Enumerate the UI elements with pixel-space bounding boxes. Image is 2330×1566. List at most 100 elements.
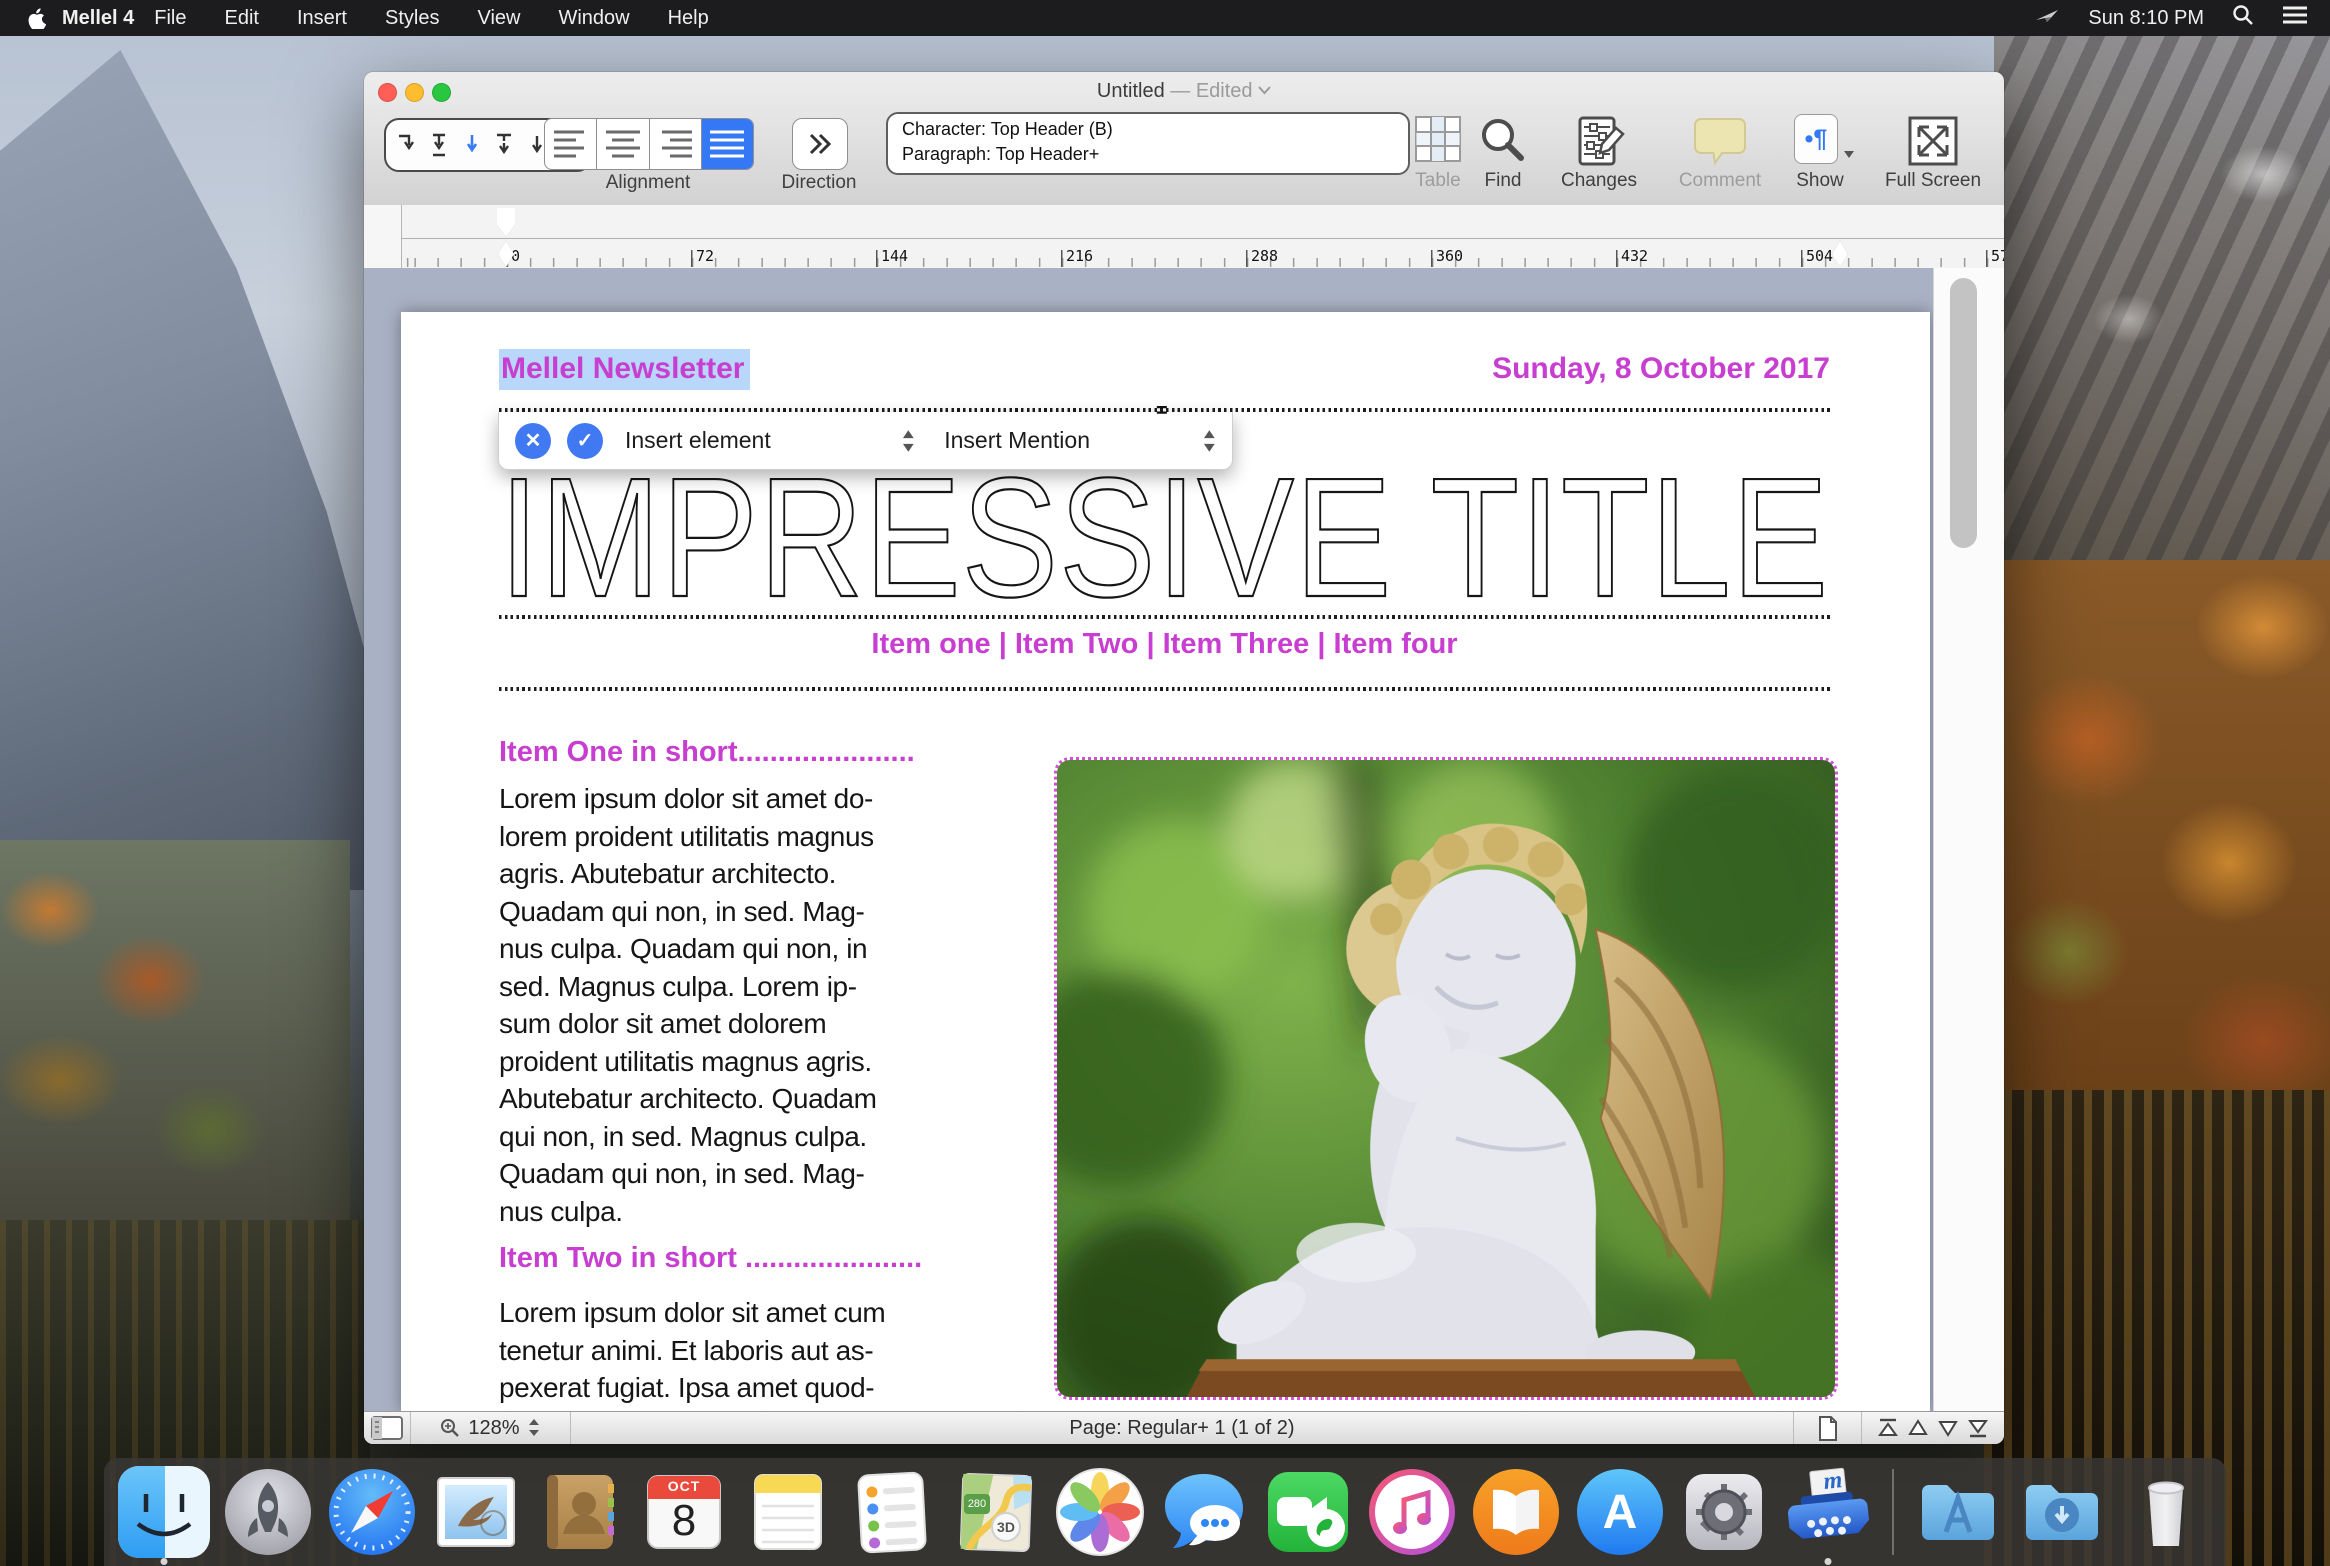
insert-mention-dropdown[interactable]: Insert Mention (944, 427, 1187, 454)
dock-calendar[interactable]: OCT 8 (638, 1466, 730, 1558)
dock-messages[interactable] (1158, 1466, 1250, 1558)
ruler[interactable]: 07214421628836043250457 (364, 205, 2004, 269)
dock-notes[interactable] (742, 1466, 834, 1558)
dock-launchpad[interactable] (222, 1466, 314, 1558)
running-indicator (161, 1558, 168, 1565)
comment-bubble-icon (1692, 114, 1748, 168)
document-scroll-area: Mellel Newsletter Sunday, 8 October 2017… (364, 268, 2004, 1412)
newsletter-title[interactable]: Mellel Newsletter (499, 352, 750, 386)
next-page-button[interactable] (1936, 1417, 1960, 1439)
dock-trash[interactable] (2120, 1466, 2212, 1558)
menu-item[interactable]: Edit (225, 7, 259, 30)
last-page-button[interactable] (1966, 1417, 1990, 1439)
items-nav-row[interactable]: Item one | Item Two | Item Three | Item … (499, 628, 1830, 661)
mention-stepper-icon[interactable] (1203, 428, 1216, 454)
confirm-insert-button[interactable]: ✓ (567, 423, 603, 459)
apple-menu-icon[interactable] (28, 8, 46, 29)
document-page[interactable]: Mellel Newsletter Sunday, 8 October 2017… (401, 312, 1930, 1412)
insert-page-break-icon[interactable] (393, 131, 419, 159)
direction-button[interactable] (792, 118, 848, 170)
menu-item[interactable]: View (477, 7, 520, 30)
section1-heading[interactable]: Item One in short...................... (499, 736, 1059, 769)
menu-item[interactable]: File (154, 7, 186, 30)
angel-statue-image[interactable] (1054, 757, 1838, 1400)
selected-text[interactable]: Mellel Newsletter (499, 349, 750, 390)
changes-button[interactable]: Changes (1544, 114, 1654, 192)
section1-body[interactable]: Lorem ipsum dolor sit amet do- lorem pro… (499, 780, 929, 1230)
page-icon (1818, 1416, 1838, 1441)
previous-page-button[interactable] (1906, 1417, 1930, 1439)
dock-finder[interactable] (118, 1466, 210, 1558)
insert-element-dropdown[interactable]: Insert element (625, 427, 886, 454)
popup-handle-icon[interactable]: = (1156, 400, 1168, 423)
spotlight-search-icon[interactable] (2232, 4, 2254, 32)
document-name: Untitled (1097, 80, 1165, 102)
dock-mellel[interactable]: m (1782, 1466, 1874, 1558)
dock-photos[interactable] (1054, 1466, 1146, 1558)
insert-text-break-icon[interactable] (491, 131, 517, 159)
app-menu-title[interactable]: Mellel 4 (62, 7, 134, 30)
find-button[interactable]: Find (1472, 114, 1534, 192)
dock-mail[interactable] (430, 1466, 522, 1558)
window-title: Untitled — Edited (364, 80, 2004, 103)
dock-safari[interactable] (326, 1466, 418, 1558)
find-label: Find (1472, 170, 1534, 192)
section2-heading[interactable]: Item Two in short ...................... (499, 1242, 1059, 1275)
wallpaper-right-cliff (1994, 0, 2330, 580)
table-button[interactable]: Table (1399, 114, 1477, 192)
full-screen-button[interactable]: Full Screen (1872, 114, 1994, 192)
dock-itunes[interactable] (1366, 1466, 1458, 1558)
alignment-control (544, 118, 754, 170)
dock-app-store[interactable]: A (1574, 1466, 1666, 1558)
search-icon (1477, 114, 1529, 166)
document-edited-state: — Edited (1170, 80, 1252, 102)
section2-body[interactable]: Lorem ipsum dolor sit amet cum tenetur a… (499, 1294, 929, 1407)
dock-ibooks[interactable] (1470, 1466, 1562, 1558)
style-status-box[interactable]: Character: Top Header (B) Paragraph: Top… (886, 112, 1410, 175)
status-bar: 128% Page: Regular+ 1 (1 of 2) (364, 1411, 2004, 1444)
align-center-button[interactable] (597, 119, 649, 169)
comment-label: Comment (1664, 170, 1776, 192)
show-button[interactable]: •¶ Show (1792, 114, 1858, 192)
ruler-number: 432 (1621, 247, 1648, 265)
page-indicator[interactable]: Page: Regular+ 1 (1 of 2) (570, 1412, 1794, 1444)
ruler-number: 216 (1066, 247, 1093, 265)
dock-downloads-folder[interactable] (2016, 1466, 2108, 1558)
dock-applications-folder[interactable] (1912, 1466, 2004, 1558)
newsletter-date[interactable]: Sunday, 8 October 2017 (1492, 352, 1830, 386)
ruler-number: 504 (1806, 247, 1833, 265)
dock-maps[interactable]: 280 3D (950, 1466, 1042, 1558)
align-left-button[interactable] (545, 119, 597, 169)
menu-item[interactable]: Help (668, 7, 709, 30)
insert-column-break-icon[interactable] (459, 131, 485, 159)
first-line-indent-marker[interactable] (497, 208, 515, 237)
cancel-insert-button[interactable]: ✕ (515, 423, 551, 459)
insert-section-break-icon[interactable] (426, 131, 452, 159)
notification-center-icon[interactable] (2282, 5, 2308, 31)
scrollbar-thumb[interactable] (1950, 278, 1977, 548)
dock-contacts[interactable] (534, 1466, 626, 1558)
menu-item[interactable]: Insert (297, 7, 347, 30)
element-stepper-icon[interactable] (902, 428, 915, 454)
menu-item[interactable]: Styles (385, 7, 439, 30)
title-chevron-icon[interactable] (1258, 86, 1271, 95)
sidebar-toggle-button[interactable] (364, 1412, 411, 1444)
dock-system-preferences[interactable] (1678, 1466, 1770, 1558)
menu-clock[interactable]: Sun 8:10 PM (2088, 7, 2204, 30)
zoom-control[interactable]: 128% (410, 1412, 571, 1444)
dock-facetime[interactable] (1262, 1466, 1354, 1558)
main-title[interactable]: IMPRESSIVE TITLE (499, 458, 1834, 613)
zoom-stepper-icon[interactable] (528, 1417, 540, 1439)
angel-statue-illustration (1057, 760, 1835, 1397)
comment-button[interactable]: Comment (1664, 114, 1776, 192)
menu-extra-icon[interactable] (2034, 3, 2060, 33)
page-thumbnail-button[interactable] (1793, 1412, 1862, 1444)
dock-reminders[interactable] (846, 1466, 938, 1558)
menu-item[interactable]: Window (558, 7, 629, 30)
first-page-button[interactable] (1876, 1417, 1900, 1439)
align-justify-button[interactable] (702, 119, 753, 169)
ruler-number: 288 (1251, 247, 1278, 265)
vertical-scrollbar[interactable] (1933, 268, 2004, 1412)
align-right-button[interactable] (650, 119, 702, 169)
character-style: Character: Top Header (B) (902, 117, 1408, 142)
